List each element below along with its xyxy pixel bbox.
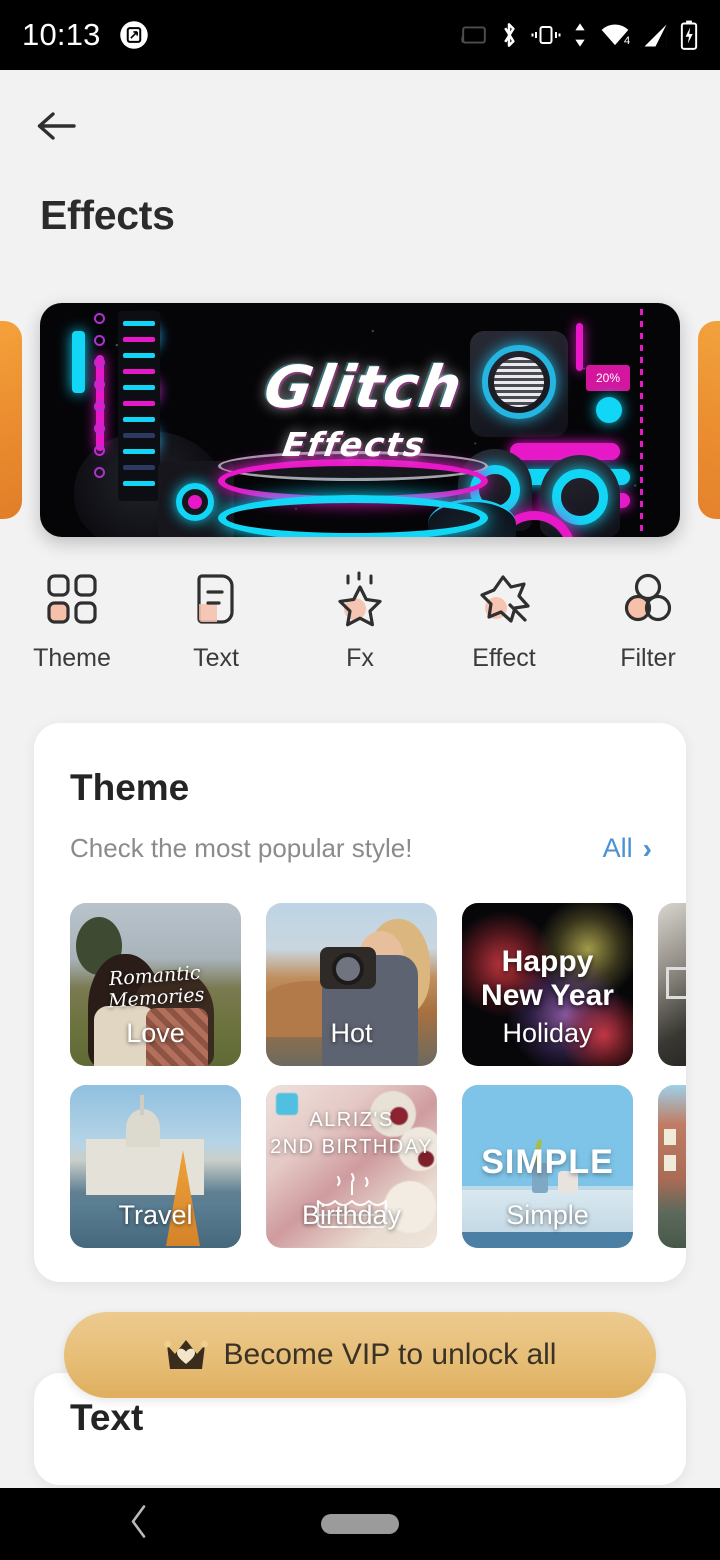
theme-tile-partial-next[interactable] [658, 1085, 686, 1248]
sparkle-star-icon [338, 571, 382, 627]
theme-tile-holiday[interactable]: Happy New Year Holiday [462, 903, 633, 1066]
become-vip-label: Become VIP to unlock all [223, 1338, 557, 1371]
category-label: Text [193, 644, 239, 672]
theme-tile-partial-next[interactable] [658, 903, 686, 1066]
theme-tile-label: Simple [506, 1200, 589, 1230]
nav-back-button[interactable] [128, 1504, 150, 1545]
theme-tile-hot[interactable]: Hot [266, 903, 437, 1066]
star-arrow-icon [480, 575, 530, 623]
banner-subtitle: Effects [279, 425, 429, 464]
become-vip-button[interactable]: Become VIP to unlock all [64, 1312, 656, 1398]
theme-grid-row: Travel ALRIZ'S 2ND BIRTHDAY Birthday SIM… [70, 1085, 686, 1248]
theme-tile-love[interactable]: Romantic Memories Love [70, 903, 241, 1066]
theme-section-title: Theme [70, 767, 190, 808]
category-item-theme[interactable]: Theme [0, 568, 144, 673]
banner-drum-ring [552, 469, 608, 525]
theme-tile-overlay-text: Happy New Year [481, 945, 614, 1012]
status-bar: 10:13 4 [0, 0, 720, 70]
theme-tile-overlay-text: SIMPLE [481, 1143, 614, 1181]
category-label: Fx [346, 644, 374, 672]
arrow-left-icon [37, 112, 76, 140]
banner-card-glitch-effects[interactable]: Glitch Effects 20% [40, 303, 680, 537]
theme-tile-overlay-text: ALRIZ'S 2ND BIRTHDAY [266, 1107, 437, 1161]
crown-icon [163, 1340, 208, 1369]
category-toolbar: Theme Text Fx Effect Filter [0, 568, 720, 694]
category-item-effect[interactable]: Effect [432, 568, 576, 673]
theme-tile-label: Love [126, 1018, 185, 1048]
chevron-right-icon: › [642, 832, 652, 864]
birthday-overlay-line: ALRIZ'S 2ND BIRTHDAY [270, 1109, 433, 1158]
theme-tile-label: Holiday [502, 1018, 593, 1048]
category-item-fx[interactable]: Fx [288, 568, 432, 673]
theme-tile-label: Birthday [301, 1200, 402, 1230]
back-button[interactable] [28, 98, 84, 154]
category-item-text[interactable]: Text [144, 568, 288, 673]
banner-title: Glitch [259, 353, 468, 421]
wifi-icon: 4 [601, 24, 631, 47]
cast-icon [461, 26, 486, 44]
theme-tile-label: Travel [118, 1200, 193, 1230]
banner-card-previous[interactable] [0, 321, 22, 519]
text-document-icon [197, 574, 234, 624]
theme-grid: Romantic Memories Love Hot Happy New Yea… [70, 903, 686, 1248]
page-title: Effects [40, 192, 175, 238]
theme-tile-label: Hot [330, 1018, 373, 1048]
theme-grid-row: Romantic Memories Love Hot Happy New Yea… [70, 903, 686, 1066]
app-bar [0, 70, 720, 180]
status-bar-system-icons: 4 [461, 20, 698, 50]
see-all-label: All [602, 833, 633, 863]
theme-section-card: Theme Check the most popular style! All … [34, 723, 686, 1282]
data-transfer-icon [575, 23, 585, 47]
theme-thumbnail [658, 1085, 686, 1248]
category-label: Filter [620, 644, 676, 672]
banner-title-group: Glitch Effects [40, 353, 680, 464]
system-nav-bar [0, 1488, 720, 1560]
theme-section-subtitle: Check the most popular style! [70, 833, 413, 863]
text-section-title: Text [70, 1397, 144, 1438]
svg-text:4: 4 [624, 35, 631, 47]
category-label: Effect [472, 644, 536, 672]
nav-back-chevron-icon [131, 1505, 146, 1538]
bluetooth-icon [504, 23, 515, 47]
theme-tile-travel[interactable]: Travel [70, 1085, 241, 1248]
banner-carousel[interactable]: Glitch Effects 20% [0, 303, 720, 537]
theme-thumbnail [658, 903, 686, 1066]
status-bar-notification-icons [119, 20, 149, 50]
status-bar-clock: 10:13 [22, 17, 101, 52]
three-circles-icon [624, 573, 672, 622]
theme-tile-simple[interactable]: SIMPLE Simple [462, 1085, 633, 1248]
screenshot-icon [119, 21, 148, 49]
banner-card-next[interactable] [698, 321, 720, 519]
battery-charging-icon [680, 20, 698, 50]
theme-see-all-link[interactable]: All › [603, 833, 652, 864]
category-label: Theme [33, 644, 111, 672]
app-screen: 10:13 4 Effects Glitch Effects 20% Theme… [0, 0, 720, 1560]
home-pill-icon[interactable] [321, 1514, 399, 1534]
theme-tile-birthday[interactable]: ALRIZ'S 2ND BIRTHDAY Birthday [266, 1085, 437, 1248]
signal-icon [644, 23, 667, 47]
vibrate-icon [531, 26, 561, 44]
grid-four-squares-icon [47, 574, 97, 624]
category-item-filter[interactable]: Filter [576, 568, 720, 673]
